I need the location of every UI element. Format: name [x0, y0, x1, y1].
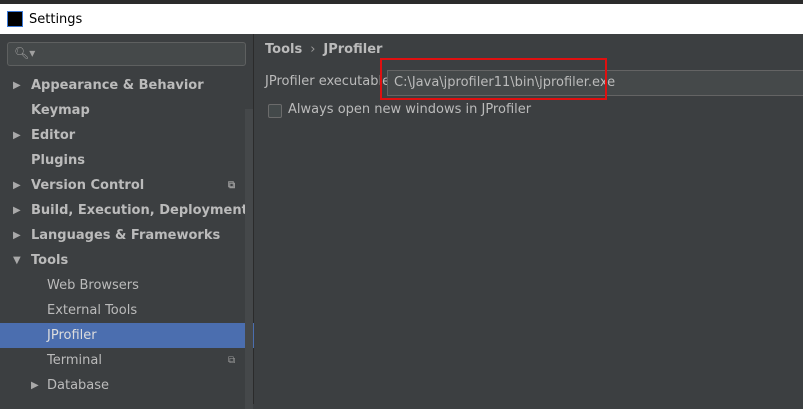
sidebar-item-build-execution-deployment[interactable]: ▶ Build, Execution, Deployment	[0, 198, 254, 223]
highlight-box	[380, 58, 607, 100]
chevron-right-icon[interactable]: ▶	[13, 173, 21, 198]
sidebar-item-keymap[interactable]: Keymap	[0, 98, 254, 123]
sidebar-item-label: Languages & Frameworks	[31, 228, 221, 243]
sidebar-item-label: Appearance & Behavior	[31, 78, 204, 93]
breadcrumb-separator: ›	[310, 42, 316, 57]
sidebar-item-version-control[interactable]: ▶ Version Control ⧉	[0, 173, 254, 198]
sidebar-item-database[interactable]: ▶ Database	[0, 373, 254, 398]
window-title: Settings	[29, 11, 83, 27]
project-scope-icon: ⧉	[228, 355, 236, 366]
sidebar-item-label: Terminal	[47, 353, 102, 368]
sidebar-item-tools[interactable]: ▼ Tools	[0, 248, 254, 273]
chevron-right-icon[interactable]: ▶	[13, 123, 21, 148]
sidebar-item-label: Database	[47, 378, 110, 393]
chevron-right-icon[interactable]: ▶	[13, 198, 21, 223]
breadcrumb-tools[interactable]: Tools	[265, 42, 302, 57]
sidebar-item-external-tools[interactable]: External Tools	[0, 298, 254, 323]
sidebar-item-label: Tools	[31, 253, 69, 268]
sidebar-item-editor[interactable]: ▶ Editor	[0, 123, 254, 148]
jprofiler-settings-panel: Tools › JProfiler JProfiler executable C:\…	[255, 34, 803, 404]
sidebar-item-label: Version Control	[31, 178, 145, 193]
sidebar-item-plugins[interactable]: Plugins	[0, 148, 254, 173]
sidebar-item-appearance-behavior[interactable]: ▶ Appearance & Behavior	[0, 73, 254, 98]
search-icon: 🔍︎▾	[14, 46, 36, 60]
project-scope-icon: ⧉	[228, 180, 236, 191]
sidebar-item-languages-frameworks[interactable]: ▶ Languages & Frameworks	[0, 223, 254, 248]
sidebar-item-label: Build, Execution, Deployment	[31, 203, 248, 218]
always-open-label[interactable]: Always open new windows in JProfiler	[288, 102, 531, 117]
sidebar-item-label: Web Browsers	[47, 278, 139, 293]
intellij-logo-icon	[7, 11, 23, 27]
chevron-right-icon[interactable]: ▶	[13, 73, 21, 98]
breadcrumb: Tools › JProfiler	[265, 42, 382, 57]
sidebar-item-label: Editor	[31, 128, 76, 143]
sidebar-item-label: JProfiler	[47, 328, 97, 343]
sidebar-item-web-browsers[interactable]: Web Browsers	[0, 273, 254, 298]
always-open-checkbox[interactable]	[268, 104, 282, 118]
chevron-down-icon[interactable]: ▼	[13, 248, 21, 273]
executable-label: JProfiler executable	[265, 74, 391, 89]
sidebar-item-label: Plugins	[31, 153, 85, 168]
settings-sidebar: 🔍︎▾ ▶ Appearance & Behavior Keymap ▶ Editor P…	[0, 34, 254, 409]
title-bar: Settings	[0, 4, 803, 34]
sidebar-item-label: External Tools	[47, 303, 138, 318]
sidebar-item-terminal[interactable]: Terminal ⧉	[0, 348, 254, 373]
sidebar-item-jprofiler[interactable]: JProfiler	[0, 323, 254, 348]
chevron-right-icon[interactable]: ▶	[13, 223, 21, 248]
sidebar-scrollbar[interactable]	[245, 109, 253, 409]
sidebar-item-label: Keymap	[31, 103, 90, 118]
breadcrumb-jprofiler: JProfiler	[323, 42, 383, 57]
search-input[interactable]: 🔍︎▾	[7, 42, 246, 66]
chevron-right-icon[interactable]: ▶	[31, 373, 39, 398]
